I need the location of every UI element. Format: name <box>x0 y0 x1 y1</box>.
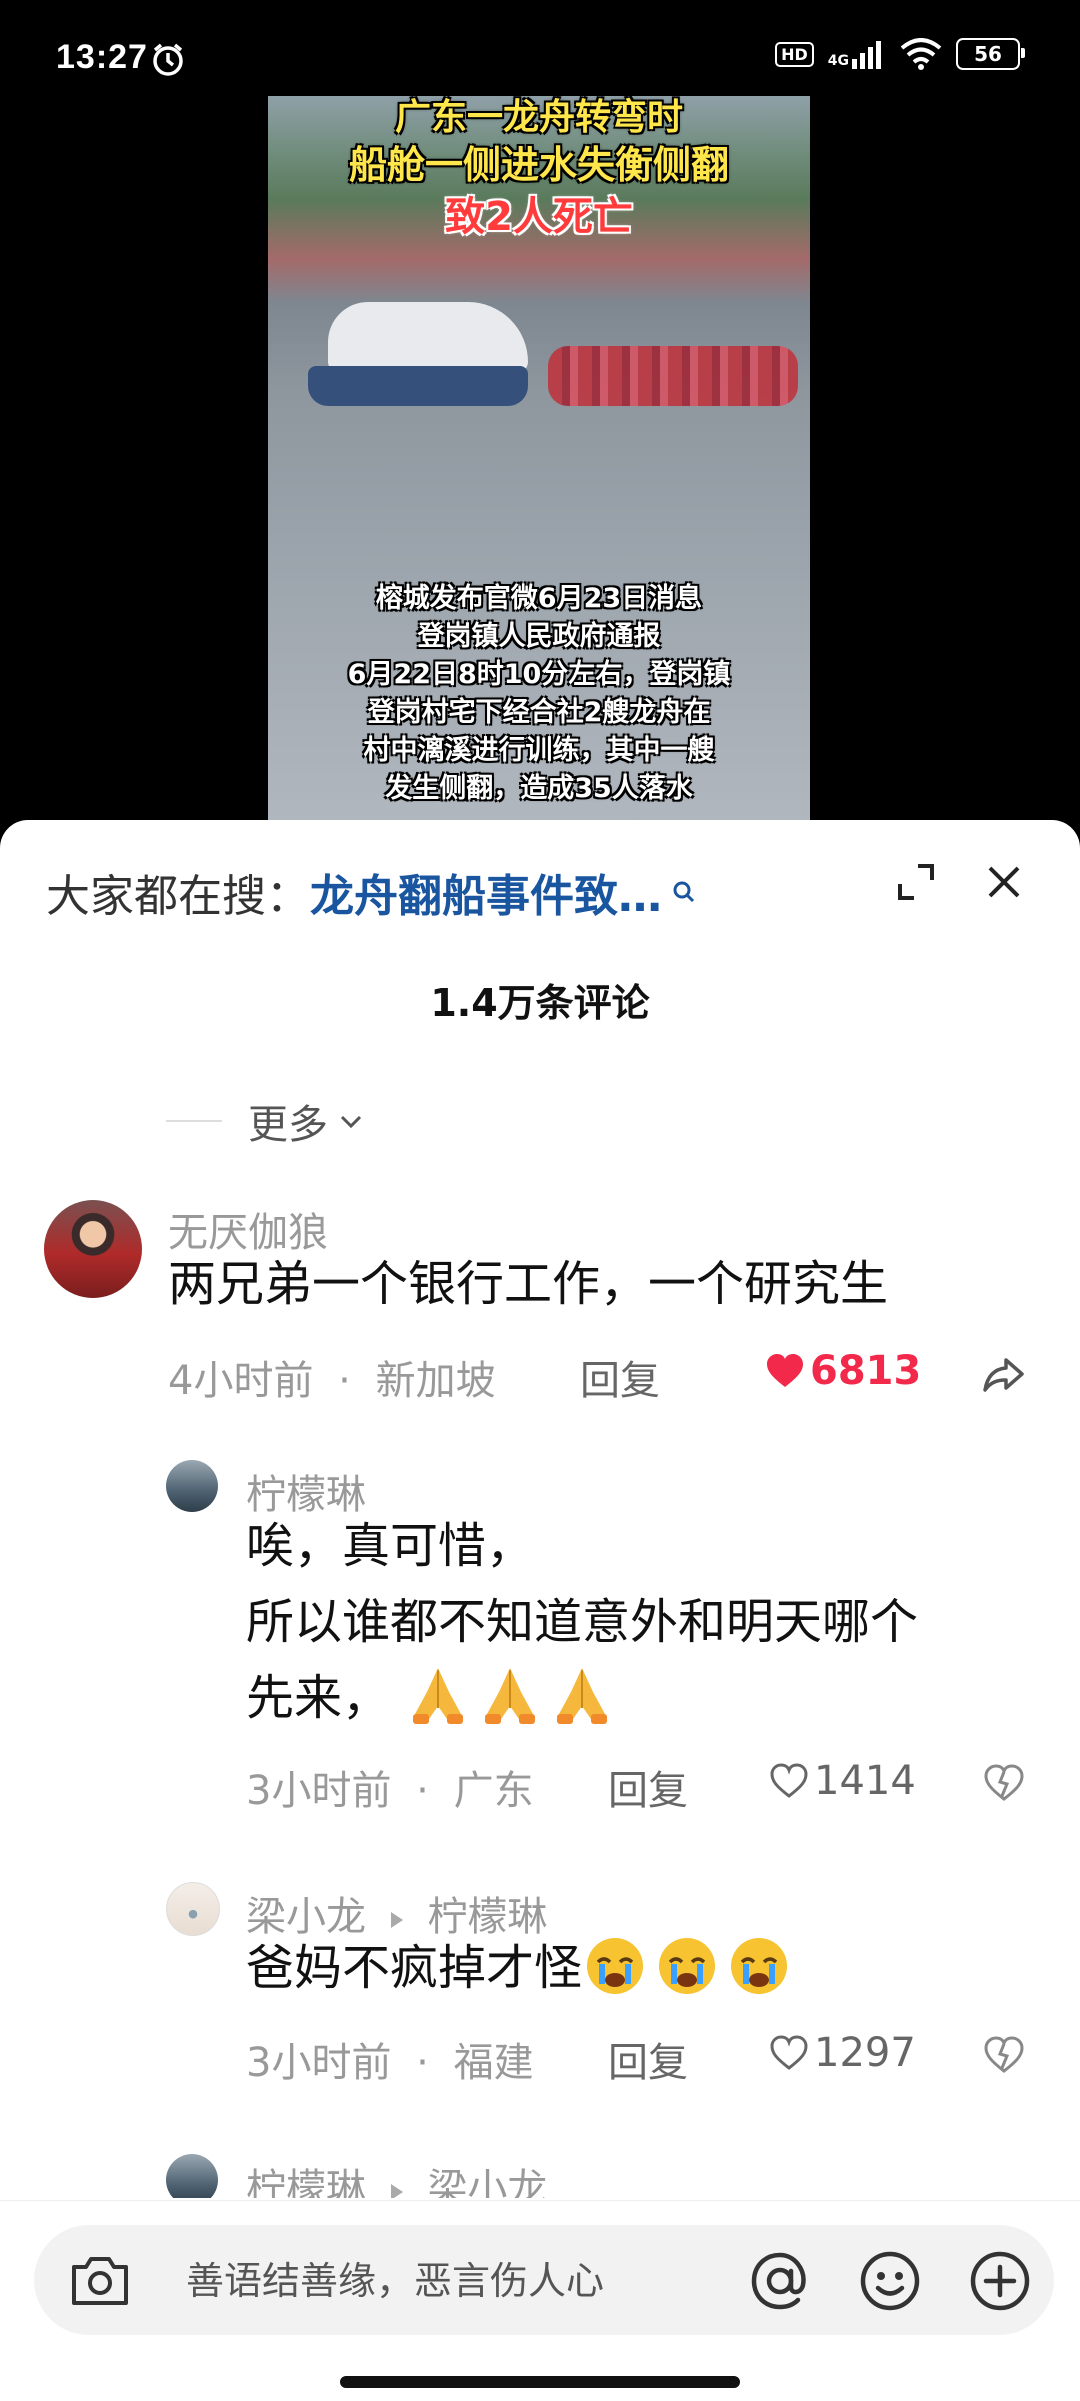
more-replies-button[interactable]: 更多 <box>166 1092 366 1150</box>
status-bar: 13:27 HD 4G 56 <box>0 0 1080 96</box>
boat-canopy <box>328 302 528 372</box>
comment-text-line: 所以谁都不知道意外和明天哪个 <box>246 1594 919 1650</box>
praying-hands-emoji-icon <box>413 1668 464 1724</box>
comment-username[interactable]: 柠檬琳 <box>246 2166 366 2198</box>
network-type: 4G <box>827 53 849 69</box>
status-icons: HD 4G 56 <box>775 38 1025 70</box>
heart-outline-icon <box>770 2035 808 2070</box>
search-icon[interactable] <box>672 880 696 904</box>
meta-separator: · <box>416 2040 429 2086</box>
rowers <box>548 346 798 406</box>
comments-sheet: 大家都在搜： 龙舟翻船事件致… 1.4万条评论 更多 无厌伽狼 两兄弟一个银行工… <box>0 820 1080 2400</box>
avatar[interactable] <box>166 2154 218 2198</box>
like-count: 6813 <box>810 1348 922 1394</box>
heart-outline-icon <box>770 1763 808 1798</box>
reply-button[interactable]: 回复 <box>608 2030 688 2088</box>
reply-arrow-icon <box>390 2184 403 2198</box>
praying-hands-emoji-icon <box>485 1668 536 1724</box>
comments-count: 1.4万条评论 <box>430 981 650 1025</box>
comment-location: 福建 <box>453 2040 534 2086</box>
comment-username: 柠檬琳 梁小龙 <box>246 2156 547 2198</box>
comment-location: 广东 <box>453 1768 534 1814</box>
comment-text-line: 唉，真可惜， <box>246 1518 535 1574</box>
dislike-icon[interactable] <box>984 2036 1024 2074</box>
video-title-line3: 致2人死亡 <box>445 194 633 240</box>
avatar[interactable] <box>166 1460 218 1512</box>
caption-line: 登岗村宅下经合社2艘龙舟在 <box>367 697 711 728</box>
comment-input-pill[interactable] <box>34 2225 1054 2337</box>
reply-button[interactable]: 回复 <box>580 1348 660 1406</box>
caption-line: 村中漓溪进行训练，其中一艘 <box>363 735 715 766</box>
close-icon[interactable] <box>980 858 1028 906</box>
reply-button[interactable]: 回复 <box>608 1758 688 1816</box>
heart-filled-icon <box>767 1354 803 1387</box>
search-query-link[interactable]: 龙舟翻船事件致… <box>310 860 662 924</box>
expand-icon[interactable] <box>892 858 940 906</box>
comment-meta: 4小时前 · 新加坡 <box>168 1348 496 1406</box>
video-player[interactable]: 广东一龙舟转弯时 船舱一侧进水失衡侧翻 致2人死亡 榕城发布官微6月23日消息 … <box>0 96 1080 836</box>
home-indicator[interactable] <box>340 2376 740 2388</box>
boat <box>308 366 528 406</box>
comment: 无厌伽狼 两兄弟一个银行工作，一个研究生 4小时前 · 新加坡 回复 6813 <box>0 1200 1080 1404</box>
like-button[interactable]: 6813 <box>766 1348 921 1394</box>
battery-icon: 56 <box>956 38 1025 70</box>
caption-line: 发生侧翻，造成35人落水 <box>385 773 693 804</box>
wifi-icon <box>900 38 942 70</box>
comment-meta: 3小时前 · 福建 <box>246 2030 534 2088</box>
caption-line: 榕城发布官微6月23日消息 <box>375 583 703 614</box>
camera-icon[interactable] <box>68 2253 132 2309</box>
reply-comment: 柠檬琳 梁小龙 <box>0 2154 1080 2198</box>
more-label: 更多 <box>248 1102 328 1148</box>
crying-face-emoji-icon <box>587 1938 644 1994</box>
reply-comment: 梁小龙 柠檬琳 爸妈不疯掉才怪 3小时前 · 福建 回复 1297 <box>0 1882 1080 2086</box>
reply-comment: 柠檬琳 唉，真可惜， 所以谁都不知道意外和明天哪个 先来， 3小时前 · 广东 … <box>0 1460 1080 1860</box>
search-prefix: 大家都在搜： <box>46 871 310 922</box>
emoji-icon[interactable] <box>858 2249 922 2313</box>
meta-separator: · <box>338 1358 351 1404</box>
comment-time: 3小时前 <box>246 1768 392 1814</box>
comment-text: 爸妈不疯掉才怪 <box>246 1930 798 2006</box>
like-count: 1297 <box>814 2030 916 2076</box>
caption-line: 6月22日8时10分左右，登岗镇 <box>347 659 731 690</box>
comment-text-line-with-emoji: 先来， <box>246 1660 1026 1736</box>
share-icon[interactable] <box>982 1354 1026 1394</box>
comment-text: 两兄弟一个银行工作，一个研究生 <box>168 1256 889 1312</box>
avatar[interactable] <box>166 1882 220 1936</box>
caption-line: 登岗镇人民政府通报 <box>417 621 661 652</box>
signal-icon: 4G <box>828 39 886 69</box>
dislike-icon[interactable] <box>984 1764 1024 1802</box>
crying-face-emoji-icon <box>659 1938 716 1994</box>
crying-face-emoji-icon <box>731 1938 788 1994</box>
trending-search[interactable]: 大家都在搜： 龙舟翻船事件致… <box>46 860 836 924</box>
video-caption: 榕城发布官微6月23日消息 登岗镇人民政府通报 6月22日8时10分左右，登岗镇… <box>268 580 810 808</box>
status-time: 13:27 <box>56 38 148 76</box>
reply-to-username[interactable]: 梁小龙 <box>427 2166 547 2198</box>
comment-input[interactable] <box>184 2225 748 2337</box>
at-mention-icon[interactable] <box>748 2249 812 2313</box>
comment-time: 3小时前 <box>246 2040 392 2086</box>
comment-text-body: 爸妈不疯掉才怪 <box>246 1940 583 1996</box>
comment-time: 4小时前 <box>168 1358 314 1404</box>
divider <box>166 1120 222 1122</box>
like-button[interactable]: 1297 <box>770 2030 916 2076</box>
video-title-line2: 船舱一侧进水失衡侧翻 <box>348 143 729 187</box>
comment-meta: 3小时前 · 广东 <box>246 1758 534 1816</box>
alarm-icon <box>153 43 183 76</box>
like-button[interactable]: 1414 <box>770 1758 916 1804</box>
chevron-down-icon <box>340 1115 362 1129</box>
meta-separator: · <box>416 1768 429 1814</box>
comment-location: 新加坡 <box>375 1358 496 1404</box>
video-frame[interactable]: 广东一龙舟转弯时 船舱一侧进水失衡侧翻 致2人死亡 榕城发布官微6月23日消息 … <box>268 96 810 836</box>
like-count: 1414 <box>814 1758 916 1804</box>
avatar[interactable] <box>44 1200 142 1298</box>
comment-text: 唉，真可惜， 所以谁都不知道意外和明天哪个 先来， <box>246 1508 1026 1736</box>
praying-hands-emoji-icon <box>557 1668 608 1724</box>
reply-arrow-icon <box>390 1912 403 1928</box>
hd-icon: HD <box>775 41 814 67</box>
comment-text-line: 先来， <box>246 1670 391 1726</box>
add-icon[interactable] <box>968 2249 1032 2313</box>
comment-input-bar <box>0 2200 1080 2401</box>
